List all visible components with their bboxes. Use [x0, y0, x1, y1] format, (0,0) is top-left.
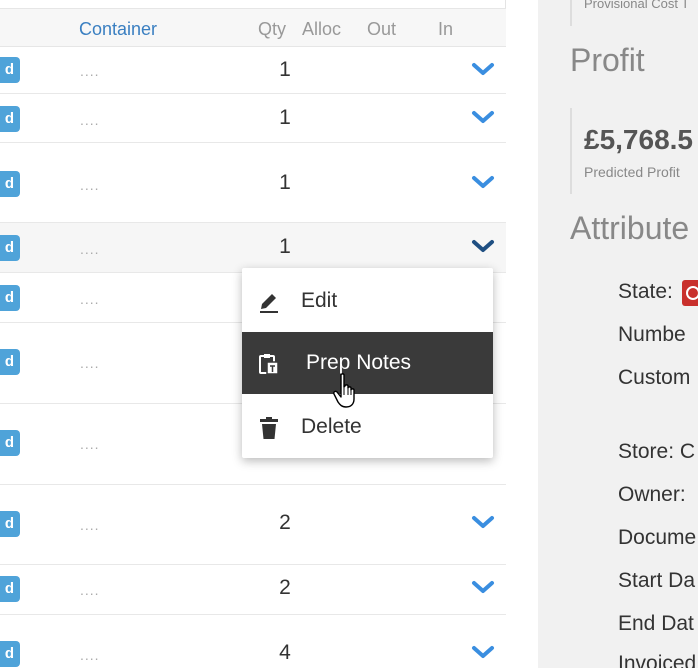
- attribute-start-date-label: Start Da: [618, 569, 696, 592]
- provisional-cost-label: Provisional Cost T: [584, 0, 690, 11]
- container-placeholder: ....: [80, 355, 100, 371]
- state-icon: [686, 286, 698, 300]
- profit-heading: Profit: [570, 42, 645, 78]
- table-row: d .... 1: [0, 143, 506, 223]
- column-header-container[interactable]: Container: [79, 19, 157, 40]
- container-placeholder: ....: [80, 241, 100, 257]
- attribute-state-label: State:: [618, 280, 673, 303]
- container-placeholder: ....: [80, 63, 100, 79]
- qty-value: 1: [279, 58, 291, 81]
- container-placeholder: ....: [80, 291, 100, 307]
- attribute-invoiced-label: Invoiced: [618, 652, 697, 668]
- chevron-down-icon[interactable]: [471, 175, 495, 189]
- table-row: d .... 1: [0, 47, 506, 94]
- container-placeholder: ....: [80, 517, 100, 533]
- column-header-alloc: Alloc: [302, 19, 342, 39]
- qty-value: 2: [279, 576, 291, 599]
- attribute-owner-label: Owner:: [618, 483, 686, 506]
- attribute-store-label: Store: C: [618, 440, 696, 463]
- qty-value: 2: [279, 511, 291, 534]
- menu-item-label: Delete: [301, 415, 362, 438]
- table-row: d .... 1: [0, 223, 506, 273]
- table-row: d .... 2: [0, 485, 506, 565]
- table-header: Container Qty Alloc Out In: [0, 8, 506, 47]
- attribute-number-label: Numbe: [618, 323, 686, 346]
- chevron-down-icon[interactable]: [471, 515, 495, 529]
- predicted-profit-label: Predicted Profit: [584, 164, 680, 180]
- container-placeholder: ....: [80, 647, 100, 663]
- status-badge[interactable]: d: [0, 430, 20, 456]
- column-header-qty: Qty: [258, 19, 287, 39]
- menu-item-delete[interactable]: Delete: [242, 396, 493, 458]
- status-badge[interactable]: d: [0, 171, 20, 197]
- chevron-down-icon[interactable]: [471, 110, 495, 124]
- column-header-out: Out: [367, 19, 397, 39]
- details-panel: Provisional Cost T Profit £5,768.5 Predi…: [538, 0, 698, 668]
- divider: [570, 0, 572, 26]
- pencil-icon: [260, 294, 278, 313]
- hand-cursor-icon: [333, 373, 355, 408]
- menu-item-edit[interactable]: Edit: [242, 270, 493, 332]
- container-placeholder: ....: [80, 177, 100, 193]
- menu-item-label: Edit: [301, 289, 338, 312]
- attributes-heading: Attribute: [570, 210, 690, 246]
- status-badge[interactable]: d: [0, 576, 20, 602]
- attribute-document-label: Docume: [618, 526, 697, 549]
- menu-item-prep-notes[interactable]: Prep Notes: [242, 332, 493, 394]
- attribute-end-date-label: End Dat: [618, 612, 694, 635]
- qty-value: 1: [279, 171, 291, 194]
- column-header-in: In: [438, 19, 454, 39]
- state-badge[interactable]: [682, 280, 698, 306]
- status-badge[interactable]: d: [0, 349, 20, 375]
- divider: [570, 108, 572, 194]
- table-row: d .... 1: [0, 94, 506, 143]
- container-placeholder: ....: [80, 582, 100, 598]
- container-placeholder: ....: [80, 436, 100, 452]
- qty-value: 1: [279, 235, 291, 258]
- predicted-profit-value: £5,768.5: [584, 124, 693, 155]
- menu-item-label: Prep Notes: [306, 351, 412, 374]
- status-badge[interactable]: d: [0, 106, 20, 132]
- qty-value: 4: [279, 641, 291, 664]
- clipboard-icon: [259, 354, 279, 375]
- attribute-customer-label: Custom: [618, 366, 691, 389]
- table-row: d .... 2: [0, 565, 506, 615]
- status-badge[interactable]: d: [0, 285, 20, 311]
- status-badge[interactable]: d: [0, 57, 20, 83]
- container-placeholder: ....: [80, 112, 100, 128]
- status-badge[interactable]: d: [0, 235, 20, 261]
- chevron-down-icon[interactable]: [471, 239, 495, 253]
- qty-value: 1: [279, 106, 291, 129]
- status-badge[interactable]: d: [0, 511, 20, 537]
- chevron-down-icon[interactable]: [471, 645, 495, 659]
- chevron-down-icon[interactable]: [471, 62, 495, 76]
- trash-icon: [260, 417, 278, 439]
- status-badge[interactable]: d: [0, 641, 20, 667]
- row-context-menu: Edit Prep Notes Delete: [242, 268, 493, 458]
- table-row: d .... 4: [0, 615, 506, 668]
- chevron-down-icon[interactable]: [471, 580, 495, 594]
